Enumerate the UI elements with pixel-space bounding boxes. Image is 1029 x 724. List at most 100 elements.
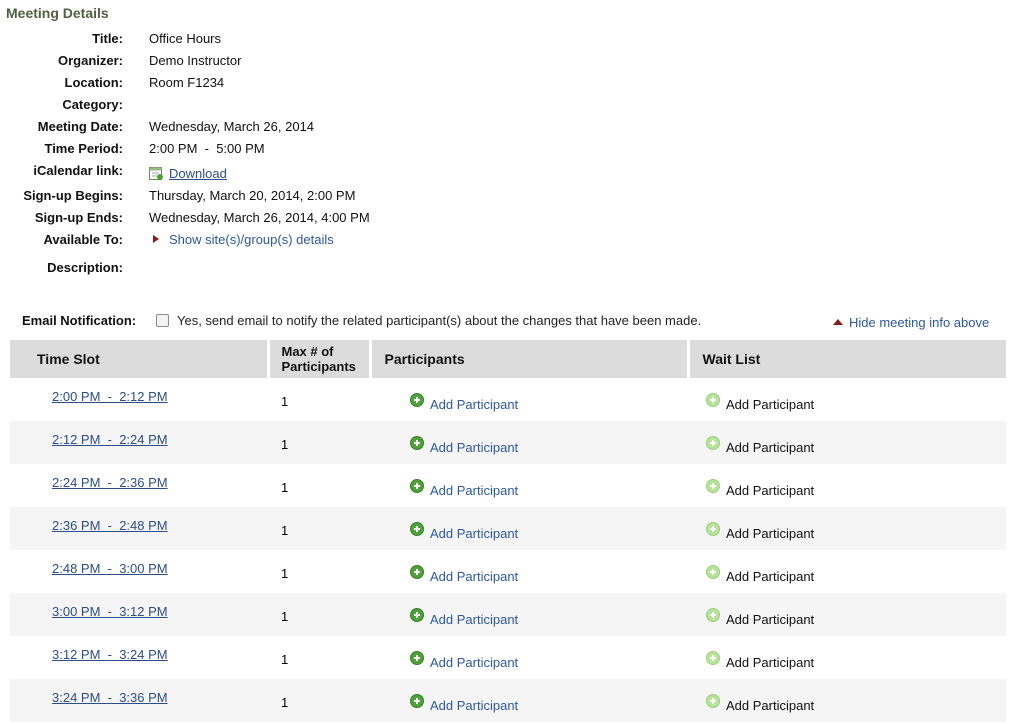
max-participants-value: 1 bbox=[281, 695, 289, 710]
add-waitlist-button[interactable]: Add Participant bbox=[706, 522, 814, 541]
table-row: 3:12 PM - 3:24 PM 1 Add Participant Add … bbox=[10, 636, 1006, 679]
max-participants-value: 1 bbox=[281, 652, 289, 667]
add-circle-icon bbox=[706, 436, 720, 450]
add-circle-icon bbox=[706, 479, 720, 493]
detail-label: Sign-up Begins: bbox=[23, 188, 123, 203]
add-waitlist-button[interactable]: Add Participant bbox=[706, 565, 814, 584]
detail-signup-ends-row: Sign-up Ends: Wednesday, March 26, 2014,… bbox=[0, 209, 700, 227]
add-waitlist-button[interactable]: Add Participant bbox=[706, 436, 814, 455]
email-notification-label: Email Notification: bbox=[22, 313, 137, 328]
detail-signup-begins-row: Sign-up Begins: Thursday, March 20, 2014… bbox=[0, 187, 700, 205]
detail-organizer-row: Organizer: Demo Instructor bbox=[0, 52, 700, 70]
detail-label: Sign-up Ends: bbox=[34, 210, 123, 225]
table-row: 2:12 PM - 2:24 PM 1 Add Participant Add … bbox=[10, 421, 1006, 464]
hide-meeting-info-label: Hide meeting info above bbox=[849, 315, 990, 330]
table-row: 2:24 PM - 2:36 PM 1 Add Participant Add … bbox=[10, 464, 1006, 507]
add-circle-icon bbox=[410, 651, 424, 665]
time-slot-link[interactable]: 3:00 PM - 3:12 PM bbox=[52, 604, 168, 619]
column-header-participants: Participants bbox=[370, 340, 690, 378]
meeting-title-value: Office Hours bbox=[149, 31, 222, 46]
add-circle-icon bbox=[410, 479, 424, 493]
add-participant-button[interactable]: Add Participant bbox=[410, 651, 518, 670]
detail-title-row: Title: Office Hours bbox=[0, 30, 700, 48]
ical-value: Download bbox=[149, 165, 227, 183]
add-waitlist-button[interactable]: Add Participant bbox=[706, 393, 814, 412]
time-slot-link[interactable]: 3:24 PM - 3:36 PM bbox=[52, 690, 168, 705]
add-circle-icon bbox=[410, 694, 424, 708]
time-slot-link[interactable]: 3:12 PM - 3:24 PM bbox=[52, 647, 168, 662]
detail-label: Available To: bbox=[43, 232, 123, 247]
detail-label: iCalendar link: bbox=[33, 163, 123, 178]
max-participants-value: 1 bbox=[281, 394, 289, 409]
detail-time-row: Time Period: 2:00 PM - 5:00 PM bbox=[0, 140, 700, 158]
max-participants-value: 1 bbox=[281, 480, 289, 495]
add-circle-icon bbox=[410, 522, 424, 536]
add-circle-icon bbox=[410, 436, 424, 450]
detail-label: Location: bbox=[64, 75, 124, 90]
detail-available-row: Available To: Show site(s)/group(s) deta… bbox=[0, 231, 700, 249]
column-header-time-slot: Time Slot bbox=[10, 340, 270, 378]
table-row: 3:00 PM - 3:12 PM 1 Add Participant Add … bbox=[10, 593, 1006, 636]
time-slots-table: Time Slot Max # of Participants Participa… bbox=[10, 340, 1006, 722]
page-title: Meeting Details bbox=[6, 5, 109, 21]
table-row: 3:24 PM - 3:36 PM 1 Add Participant Add … bbox=[10, 679, 1006, 722]
add-participant-button[interactable]: Add Participant bbox=[410, 694, 518, 713]
email-notification-text: Yes, send email to notify the related pa… bbox=[177, 313, 702, 328]
add-waitlist-button[interactable]: Add Participant bbox=[706, 479, 814, 498]
signup-ends-value: Wednesday, March 26, 2014, 4:00 PM bbox=[149, 210, 370, 225]
email-notification-row: Email Notification: Yes, send email to n… bbox=[0, 312, 1029, 330]
detail-label: Time Period: bbox=[44, 141, 123, 156]
organizer-value: Demo Instructor bbox=[149, 53, 242, 68]
add-circle-icon bbox=[706, 393, 720, 407]
add-participant-button[interactable]: Add Participant bbox=[410, 565, 518, 584]
add-participant-button[interactable]: Add Participant bbox=[410, 608, 518, 627]
detail-label: Organizer: bbox=[57, 53, 123, 68]
add-participant-button[interactable]: Add Participant bbox=[410, 436, 518, 455]
add-waitlist-button[interactable]: Add Participant bbox=[706, 651, 814, 670]
add-circle-icon bbox=[706, 565, 720, 579]
max-participants-value: 1 bbox=[281, 437, 289, 452]
detail-location-row: Location: Room F1234 bbox=[0, 74, 700, 92]
table-row: 2:00 PM - 2:12 PM 1 Add Participant Add … bbox=[10, 378, 1006, 421]
available-to-value: Show site(s)/group(s) details bbox=[149, 231, 334, 249]
max-participants-value: 1 bbox=[281, 566, 289, 581]
add-circle-icon bbox=[706, 694, 720, 708]
detail-category-row: Category: bbox=[0, 96, 700, 114]
time-slot-link[interactable]: 2:24 PM - 2:36 PM bbox=[52, 475, 168, 490]
table-row: 2:48 PM - 3:00 PM 1 Add Participant Add … bbox=[10, 550, 1006, 593]
time-slot-link[interactable]: 2:36 PM - 2:48 PM bbox=[52, 518, 168, 533]
hide-meeting-info-link[interactable]: Hide meeting info above bbox=[833, 314, 989, 332]
add-circle-icon bbox=[706, 608, 720, 622]
max-participants-value: 1 bbox=[281, 523, 289, 538]
detail-date-row: Meeting Date: Wednesday, March 26, 2014 bbox=[0, 118, 700, 136]
time-slot-link[interactable]: 2:48 PM - 3:00 PM bbox=[52, 561, 168, 576]
column-header-wait-list: Wait List bbox=[688, 340, 1006, 378]
add-participant-button[interactable]: Add Participant bbox=[410, 522, 518, 541]
collapse-triangle-icon bbox=[833, 319, 843, 325]
max-participants-value: 1 bbox=[281, 609, 289, 624]
detail-label: Meeting Date: bbox=[37, 119, 123, 134]
time-slot-link[interactable]: 2:00 PM - 2:12 PM bbox=[52, 389, 168, 404]
add-waitlist-button[interactable]: Add Participant bbox=[706, 694, 814, 713]
table-header-row: Time Slot Max # of Participants Participa… bbox=[10, 340, 1006, 378]
add-circle-icon bbox=[706, 522, 720, 536]
detail-label: Description: bbox=[47, 260, 123, 275]
add-circle-icon bbox=[410, 608, 424, 622]
add-circle-icon bbox=[706, 651, 720, 665]
detail-description-row: Description: bbox=[0, 259, 700, 277]
add-participant-button[interactable]: Add Participant bbox=[410, 393, 518, 412]
time-slot-link[interactable]: 2:12 PM - 2:24 PM bbox=[52, 432, 168, 447]
table-row: 2:36 PM - 2:48 PM 1 Add Participant Add … bbox=[10, 507, 1006, 550]
download-link[interactable]: Download bbox=[169, 166, 227, 181]
time-period-value: 2:00 PM - 5:00 PM bbox=[149, 141, 265, 156]
add-participant-button[interactable]: Add Participant bbox=[410, 479, 518, 498]
show-groups-link[interactable]: Show site(s)/group(s) details bbox=[169, 232, 334, 247]
detail-label: Title: bbox=[92, 31, 123, 46]
detail-label: Category: bbox=[62, 97, 123, 112]
expand-triangle-icon[interactable] bbox=[153, 235, 159, 243]
detail-ical-row: iCalendar link: Download bbox=[0, 162, 700, 183]
add-waitlist-button[interactable]: Add Participant bbox=[706, 608, 814, 627]
calendar-icon bbox=[149, 167, 163, 180]
email-notification-checkbox[interactable] bbox=[156, 314, 169, 327]
location-value: Room F1234 bbox=[149, 75, 225, 90]
